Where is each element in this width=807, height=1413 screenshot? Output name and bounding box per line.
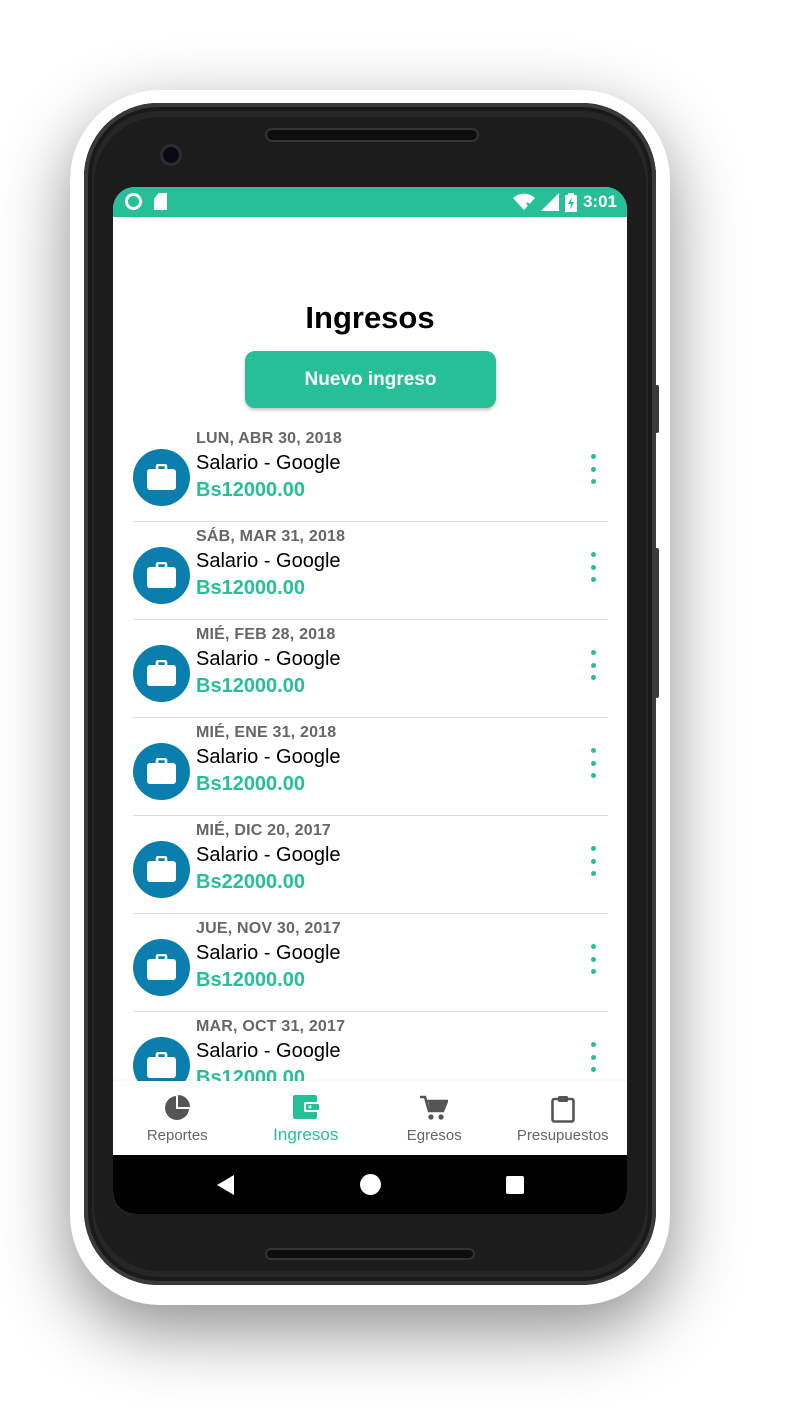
back-icon[interactable] — [217, 1175, 234, 1195]
briefcase-icon — [147, 1052, 176, 1078]
entry-avatar — [133, 743, 190, 800]
entry-title: Salario - Google — [196, 844, 341, 866]
more-vert-icon[interactable] — [585, 1042, 601, 1072]
list-item[interactable]: LUN, ABR 30, 2018 Salario - Google Bs120… — [133, 424, 608, 522]
briefcase-icon — [147, 758, 176, 784]
more-vert-icon[interactable] — [585, 650, 601, 680]
entry-title: Salario - Google — [196, 452, 341, 474]
entry-avatar — [133, 645, 190, 702]
home-icon[interactable] — [360, 1174, 381, 1195]
entry-title: Salario - Google — [196, 648, 341, 670]
sd-card-icon — [154, 193, 167, 210]
nav-label: Presupuestos — [516, 1127, 609, 1144]
entry-date: LUN, ABR 30, 2018 — [196, 430, 342, 447]
nav-label: Ingresos — [273, 1125, 339, 1144]
nav-label: Reportes — [146, 1127, 208, 1144]
entry-amount: Bs12000.00 — [196, 577, 305, 599]
clipboard-icon — [550, 1096, 575, 1123]
entry-title: Salario - Google — [196, 550, 341, 572]
new-income-button[interactable]: Nuevo ingreso — [245, 351, 496, 408]
briefcase-icon — [147, 464, 176, 490]
list-item[interactable]: MAR, OCT 31, 2017 Salario - Google Bs120… — [133, 1012, 608, 1081]
more-vert-icon[interactable] — [585, 748, 601, 778]
entry-avatar — [133, 449, 190, 506]
briefcase-icon — [147, 954, 176, 980]
wallet-icon — [292, 1095, 319, 1119]
list-item[interactable]: MIÉ, FEB 28, 2018 Salario - Google Bs120… — [133, 620, 608, 718]
entry-amount: Bs12000.00 — [196, 773, 305, 795]
entry-avatar — [133, 547, 190, 604]
entry-date: MIÉ, DIC 20, 2017 — [196, 822, 332, 839]
entry-amount: Bs12000.00 — [196, 1067, 305, 1081]
power-button — [655, 385, 659, 433]
entry-date: MIÉ, FEB 28, 2018 — [196, 626, 336, 643]
list-item[interactable]: JUE, NOV 30, 2017 Salario - Google Bs120… — [133, 914, 608, 1012]
entry-amount: Bs22000.00 — [196, 871, 305, 893]
entry-title: Salario - Google — [196, 746, 341, 768]
bottom-speaker — [265, 1248, 475, 1260]
pie-chart-icon — [165, 1095, 191, 1120]
page-title: Ingresos — [305, 300, 435, 335]
list-item[interactable]: MIÉ, DIC 20, 2017 Salario - Google Bs220… — [133, 816, 608, 914]
entry-avatar — [133, 841, 190, 898]
recent-apps-icon[interactable] — [506, 1176, 524, 1194]
front-camera — [160, 144, 182, 166]
nav-item-egresos[interactable]: Egresos — [370, 1081, 499, 1155]
status-bar: 3:01 — [113, 187, 627, 217]
entry-amount: Bs12000.00 — [196, 969, 305, 991]
income-list[interactable]: LUN, ABR 30, 2018 Salario - Google Bs120… — [133, 424, 608, 1081]
cell-signal-icon — [540, 193, 559, 211]
system-navigation-bar — [113, 1155, 627, 1214]
volume-button — [655, 548, 659, 698]
more-vert-icon[interactable] — [585, 944, 601, 974]
top-speaker — [265, 128, 479, 142]
briefcase-icon — [147, 856, 176, 882]
entry-title: Salario - Google — [196, 942, 341, 964]
nav-item-ingresos[interactable]: Ingresos — [242, 1081, 371, 1155]
entry-title: Salario - Google — [196, 1040, 341, 1062]
entry-date: SÁB, MAR 31, 2018 — [196, 528, 346, 545]
notification-dot-icon — [125, 193, 142, 210]
cart-icon — [420, 1095, 449, 1120]
app-screen: 3:01 Ingresos Nuevo ingreso LUN, ABR 30,… — [113, 187, 627, 1214]
nav-label: Egresos — [406, 1127, 462, 1144]
entry-date: MIÉ, ENE 31, 2018 — [196, 724, 337, 741]
more-vert-icon[interactable] — [585, 454, 601, 484]
entry-amount: Bs12000.00 — [196, 479, 305, 501]
entry-date: JUE, NOV 30, 2017 — [196, 920, 341, 937]
list-item[interactable]: SÁB, MAR 31, 2018 Salario - Google Bs120… — [133, 522, 608, 620]
list-item[interactable]: MIÉ, ENE 31, 2018 Salario - Google Bs120… — [133, 718, 608, 816]
entry-avatar — [133, 1037, 190, 1081]
status-time: 3:01 — [582, 192, 617, 211]
bottom-navigation: Reportes Ingresos Egresos Presupuestos — [113, 1081, 627, 1155]
nav-item-presupuestos[interactable]: Presupuestos — [499, 1081, 628, 1155]
entry-date: MAR, OCT 31, 2017 — [196, 1018, 346, 1035]
entry-amount: Bs12000.00 — [196, 675, 305, 697]
wifi-icon — [512, 193, 535, 210]
more-vert-icon[interactable] — [585, 552, 601, 582]
entry-avatar — [133, 939, 190, 996]
more-vert-icon[interactable] — [585, 846, 601, 876]
briefcase-icon — [147, 562, 176, 588]
briefcase-icon — [147, 660, 176, 686]
battery-charging-icon — [564, 192, 577, 212]
nav-item-reportes[interactable]: Reportes — [113, 1081, 242, 1155]
